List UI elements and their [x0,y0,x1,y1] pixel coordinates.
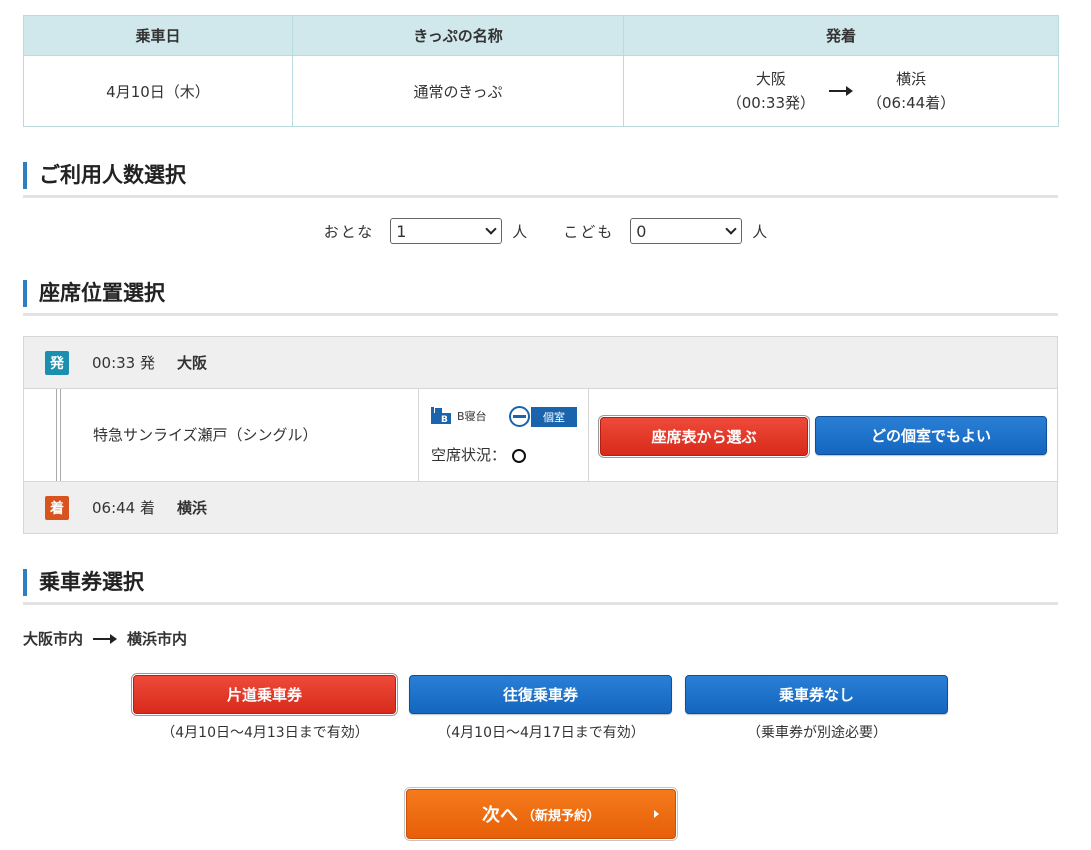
train-info: B B寝台 個室 空席状況： [418,389,589,482]
next-button-label: 次へ [481,805,518,826]
adult-label: おとな [323,222,375,241]
round-trip-validity-note: （4月10日～4月17日まで有効） [437,725,645,741]
available-circle-icon [512,449,527,463]
child-label: こども [563,222,615,241]
passenger-count-row: おとな 1 人 こども 0 人 [0,218,1091,244]
destination-station: 横浜 [896,70,927,88]
origin-time: （00:33発） [726,94,815,112]
departure-stop-row: 発 00:33 発 大阪 [24,337,1057,389]
no-ticket-button[interactable]: 乗車券なし [685,675,948,714]
round-trip-ticket-button[interactable]: 往復乗車券 [409,675,672,714]
train-row: 特急サンライズ瀬戸（シングル） B B寝台 個室 空席状況： 座席表から選ぶ ど… [24,389,1057,482]
fare-from: 大阪市内 [23,630,84,648]
seat-selection-panel: 発 00:33 発 大阪 特急サンライズ瀬戸（シングル） B B寝台 個室 空席… [23,336,1058,534]
seat-position-heading: 座席位置選択 [23,278,1058,316]
no-ticket-note: （乗車券が別途必要） [747,725,887,741]
private-room-icon [509,406,530,427]
vacancy-status: 空席状況： [431,444,527,465]
boarding-date: 4月10日（木） [23,55,293,127]
arrow-right-icon [829,85,853,97]
train-name: 特急サンライズ瀬戸（シングル） [93,426,318,444]
adult-count-select[interactable]: 1 [390,218,503,244]
next-button-sublabel: （新規予約） [521,808,600,824]
route-cell: 大阪 （00:33発） 横浜 （06:44着） [623,55,1059,127]
header-departure-arrival: 発着 [623,15,1059,56]
fare-ticket-heading: 乗車券選択 [23,567,1058,605]
chevron-down-icon [725,223,737,235]
ticket-name: 通常のきっぷ [292,55,624,127]
next-button[interactable]: 次へ （新規予約） [406,789,676,839]
rail-line [56,389,61,482]
passenger-count-heading: ご利用人数選択 [23,160,1058,198]
departure-station: 大阪 [177,354,208,372]
arrival-station: 横浜 [177,499,208,517]
child-count-select[interactable]: 0 [630,218,743,244]
bed-icon: B [431,407,451,424]
departure-time: 00:33 発 [92,354,155,372]
triangle-right-icon [654,810,659,818]
route-origin: 大阪 （00:33発） [727,67,815,115]
child-count-value: 0 [636,221,647,241]
child-unit: 人 [752,222,768,241]
any-room-button[interactable]: どの個室でもよい [815,416,1047,455]
header-boarding-date: 乗車日 [23,15,293,56]
chevron-down-icon [485,223,497,235]
arrival-badge: 着 [45,495,69,520]
destination-time: （06:44着） [867,94,956,112]
fare-route: 大阪市内 横浜市内 [23,628,187,649]
one-way-validity-note: （4月10日～4月13日まで有効） [161,725,369,741]
svg-text:B: B [441,415,448,424]
route-destination: 横浜 （06:44着） [867,67,955,115]
origin-station: 大阪 [755,70,786,88]
room-type-label: 個室 [531,407,577,427]
table-header-row: 乗車日 きっぷの名称 発着 [23,15,1059,56]
adult-unit: 人 [512,222,528,241]
arrow-right-icon [93,633,118,645]
one-way-ticket-button[interactable]: 片道乗車券 [133,675,396,714]
fare-to: 横浜市内 [127,630,188,648]
bed-type-label: B寝台 [457,410,487,423]
departure-badge: 発 [45,350,69,375]
adult-count-value: 1 [396,221,407,241]
ticket-summary-table: 乗車日 きっぷの名称 発着 4月10日（木） 通常のきっぷ 大阪 （00:33発… [23,15,1059,127]
choose-from-seat-map-button[interactable]: 座席表から選ぶ [600,417,808,456]
header-ticket-name: きっぷの名称 [292,15,624,56]
table-row: 4月10日（木） 通常のきっぷ 大阪 （00:33発） 横浜 （06:44着） [23,55,1059,127]
vacancy-label: 空席状況： [431,446,507,464]
arrival-stop-row: 着 06:44 着 横浜 [24,481,1057,533]
arrival-time: 06:44 着 [92,499,155,517]
